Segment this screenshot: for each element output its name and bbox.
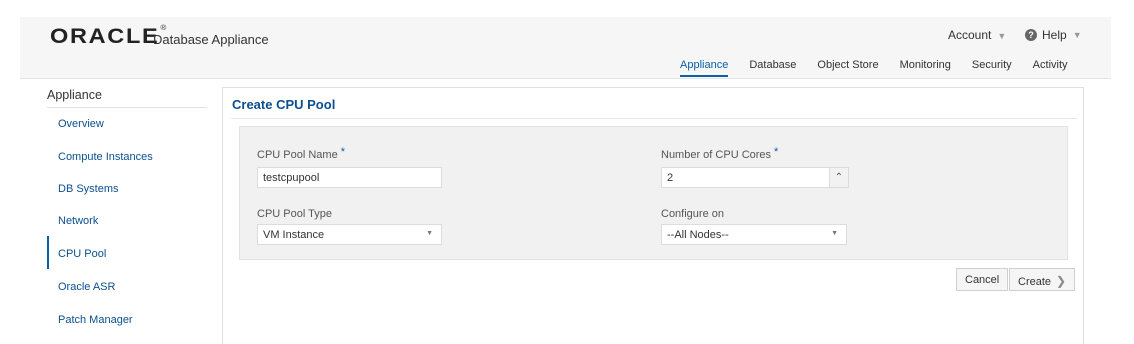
sidebar-item-patch-manager[interactable]: Patch Manager — [58, 314, 133, 326]
help-label: Help — [1042, 28, 1067, 42]
tab-appliance[interactable]: Appliance — [680, 59, 729, 77]
form-panel: CPU Pool Name * testcpupool Number of CPU… — [239, 126, 1068, 260]
cpu-cores-label: Number of CPU Cores * — [661, 146, 779, 161]
configure-on-label: Configure on — [661, 208, 724, 220]
main-nav-tabs: Appliance Database Object Store Monitori… — [680, 59, 1068, 77]
required-marker: * — [340, 146, 345, 158]
pool-name-label: CPU Pool Name * — [257, 146, 345, 161]
title-divider — [231, 118, 1077, 119]
tab-security[interactable]: Security — [972, 59, 1012, 77]
tab-object-store[interactable]: Object Store — [817, 59, 878, 77]
tab-monitoring[interactable]: Monitoring — [900, 59, 951, 77]
pool-name-input[interactable]: testcpupool — [257, 167, 442, 188]
pool-type-value: VM Instance — [263, 229, 325, 241]
pool-type-select[interactable]: VM Instance ▼ — [257, 224, 442, 245]
create-button[interactable]: Create ❯ — [1009, 268, 1076, 291]
configure-on-select[interactable]: --All Nodes-- ▼ — [661, 224, 847, 245]
sidebar-item-oracle-asr[interactable]: Oracle ASR — [58, 281, 115, 293]
sidebar-active-indicator — [47, 236, 49, 269]
help-menu[interactable]: ? Help ▼ — [1025, 28, 1082, 42]
sidebar: Appliance Overview Compute Instances DB … — [20, 79, 210, 344]
tab-database[interactable]: Database — [749, 59, 796, 77]
sidebar-item-overview[interactable]: Overview — [58, 118, 104, 130]
page-title: Create CPU Pool — [232, 97, 336, 112]
tab-activity[interactable]: Activity — [1033, 59, 1068, 77]
sidebar-item-compute-instances[interactable]: Compute Instances — [58, 151, 153, 163]
sidebar-item-db-systems[interactable]: DB Systems — [58, 183, 119, 195]
help-icon: ? — [1025, 29, 1037, 41]
caret-down-icon: ▼ — [1072, 30, 1082, 40]
chevron-right-icon: ❯ — [1056, 274, 1067, 288]
app-frame: ORACLE® Database Appliance Account ▼ ? He… — [20, 17, 1111, 344]
sidebar-title: Appliance — [47, 88, 102, 102]
cpu-cores-input[interactable]: 2 ⌄ — [661, 167, 847, 188]
sidebar-item-network[interactable]: Network — [58, 215, 98, 227]
product-name: Database Appliance — [153, 32, 269, 47]
stepper-up-icon[interactable]: ⌃ — [829, 167, 849, 188]
configure-on-value: --All Nodes-- — [667, 229, 729, 241]
create-cpu-pool-page: Create CPU Pool CPU Pool Name * testcpupo… — [222, 87, 1084, 344]
pool-type-label: CPU Pool Type — [257, 208, 333, 220]
sidebar-divider — [47, 107, 207, 108]
caret-down-icon: ▼ — [997, 31, 1007, 41]
app-header: ORACLE® Database Appliance Account ▼ ? He… — [20, 17, 1111, 79]
required-marker: * — [774, 146, 779, 158]
cpu-cores-value: 2 — [667, 172, 674, 184]
select-caret-icon: ▼ — [831, 230, 838, 237]
account-menu[interactable]: Account ▼ — [948, 28, 1006, 42]
select-caret-icon: ▼ — [426, 230, 433, 237]
account-label: Account — [948, 28, 992, 42]
create-label: Create — [1018, 276, 1052, 288]
cancel-button[interactable]: Cancel — [956, 268, 1009, 291]
oracle-logo: ORACLE® — [50, 25, 167, 48]
sidebar-item-cpu-pool[interactable]: CPU Pool — [58, 248, 106, 260]
